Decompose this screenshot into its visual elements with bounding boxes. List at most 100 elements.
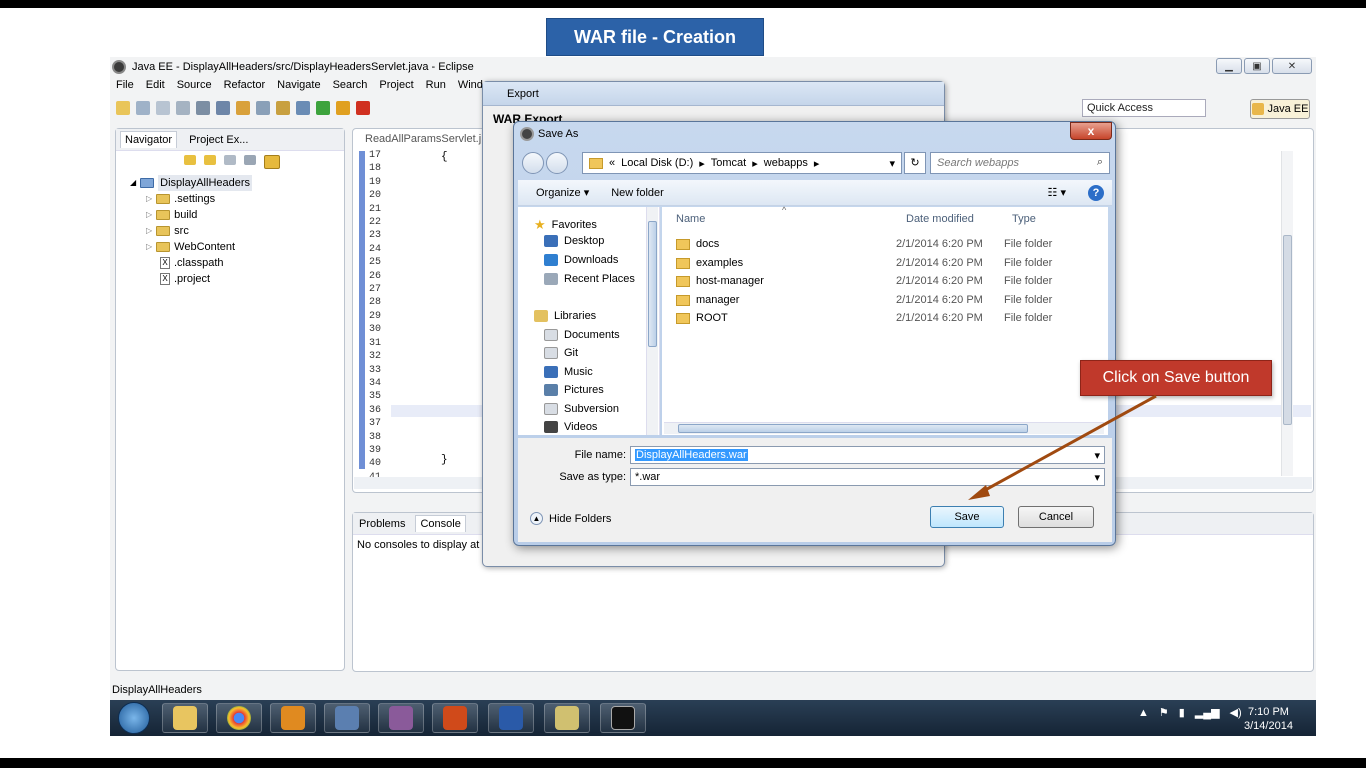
file-row[interactable]: manager 2/1/2014 6:20 PM File folder [676,291,1096,309]
new-icon[interactable] [116,101,130,115]
volume-icon[interactable]: ◀) [1230,706,1242,719]
taskbar-outlook[interactable] [270,703,316,733]
save-all-icon[interactable] [156,101,170,115]
flag-icon[interactable]: ⚑ [1159,706,1169,719]
build-icon[interactable] [236,101,250,115]
chevron-right-icon[interactable]: ▸ [752,157,758,170]
show-hidden-icon[interactable]: ▲ [1138,707,1149,719]
help-icon[interactable]: ? [1088,184,1104,201]
search-icon[interactable]: ⌕ [1097,156,1103,169]
network-icon[interactable]: ▂▄▆ [1195,706,1220,719]
print-icon[interactable] [176,101,190,115]
collapse-arrow-icon[interactable]: ▷ [146,191,152,207]
file-row[interactable]: host-manager 2/1/2014 6:20 PM File folder [676,272,1096,290]
tree-project[interactable]: ◢ DisplayAllHeaders [130,175,344,191]
tree-item[interactable]: ▷ build [130,207,344,223]
refresh-icon[interactable] [276,101,290,115]
column-name[interactable]: Name [676,213,705,225]
path-segment-webapps[interactable]: webapps [764,157,808,169]
tab-project-explorer[interactable]: Project Ex... [185,132,252,148]
tree-item[interactable]: ▷ .settings [130,191,344,207]
menu-navigate[interactable]: Navigate [277,79,320,91]
nav-favorites[interactable]: ★ Favorites [534,217,597,233]
java-ee-perspective-button[interactable]: Java EE [1250,99,1310,119]
chevron-down-icon[interactable]: ▾ [889,157,895,170]
path-segment-drive[interactable]: Local Disk (D:) [621,157,693,169]
chevron-right-icon[interactable]: ▸ [699,157,705,170]
link-editor-icon[interactable] [264,155,280,169]
tree-item[interactable]: ▷ WebContent [130,239,344,255]
debug-icon[interactable] [216,101,230,115]
menu-search[interactable]: Search [333,79,368,91]
menu-run[interactable]: Run [426,79,446,91]
taskbar-explorer[interactable] [162,703,208,733]
nav-desktop[interactable]: Desktop [544,235,604,247]
view-options-icon[interactable]: ☷ ▾ [1048,186,1066,199]
nav-subversion[interactable]: Subversion [544,403,619,415]
nav-libraries[interactable]: Libraries [534,310,596,322]
path-segment-tomcat[interactable]: Tomcat [711,157,746,169]
run-icon[interactable] [316,101,330,115]
start-button[interactable] [118,702,150,734]
up-icon[interactable] [224,155,236,165]
menu-file[interactable]: File [116,79,134,91]
save-button[interactable]: Save [930,506,1004,528]
menu-refactor[interactable]: Refactor [224,79,266,91]
tab-problems[interactable]: Problems [359,518,405,530]
taskbar-chrome[interactable] [216,703,262,733]
nav-pictures[interactable]: Pictures [544,384,604,396]
save-icon[interactable] [136,101,150,115]
minimize-button[interactable]: ▁ [1216,58,1242,74]
new-folder-button[interactable]: New folder [611,187,664,199]
back-icon[interactable] [184,155,196,165]
nav-videos[interactable]: Videos [544,421,597,433]
cancel-button[interactable]: Cancel [1018,506,1094,528]
pause-icon[interactable] [336,101,350,115]
address-bar[interactable]: « Local Disk (D:) ▸ Tomcat ▸ webapps ▸ ▾ [582,152,902,174]
editor-vscroll[interactable] [1281,151,1293,476]
open-type-icon[interactable] [296,101,310,115]
taskbar-app[interactable] [324,703,370,733]
taskbar-cmd[interactable] [600,703,646,733]
nav-documents[interactable]: Documents [544,329,620,341]
tree-item[interactable]: X .classpath [130,255,344,271]
battery-icon[interactable]: ▮ [1179,706,1185,719]
expand-icon[interactable]: ◢ [130,175,136,191]
collapse-arrow-icon[interactable]: ▷ [146,239,152,255]
file-row[interactable]: docs 2/1/2014 6:20 PM File folder [676,235,1096,253]
menu-edit[interactable]: Edit [146,79,165,91]
forward-icon[interactable] [204,155,216,165]
close-button[interactable]: x [1070,122,1112,140]
forward-button[interactable] [546,152,568,174]
tree-item[interactable]: X .project [130,271,344,287]
taskbar-powerpoint[interactable] [432,703,478,733]
collapse-arrow-icon[interactable]: ▷ [146,223,152,239]
chevron-right-icon[interactable]: ▸ [814,157,820,170]
taskbar-paint[interactable] [544,703,590,733]
column-date-modified[interactable]: Date modified [906,213,974,225]
search-icon[interactable] [256,101,270,115]
taskbar-word[interactable] [488,703,534,733]
editor-vscroll-thumb[interactable] [1283,235,1292,425]
column-type[interactable]: Type [1012,213,1036,225]
close-button[interactable]: ✕ [1272,58,1312,74]
hide-folders-toggle[interactable]: ▲ Hide Folders [530,512,611,525]
organize-button[interactable]: Organize ▾ [536,186,589,199]
quick-access-input[interactable]: Quick Access [1082,99,1206,117]
stop-icon[interactable] [356,101,370,115]
maximize-button[interactable]: ▣ [1244,58,1270,74]
collapse-all-icon[interactable] [244,155,256,165]
taskbar-eclipse[interactable] [378,703,424,733]
nav-git[interactable]: Git [544,347,578,359]
tab-navigator[interactable]: Navigator [120,131,178,148]
file-row[interactable]: ROOT 2/1/2014 6:20 PM File folder [676,309,1096,327]
collapse-arrow-icon[interactable]: ▷ [146,207,152,223]
nav-pane-scrollbar[interactable] [646,207,658,435]
tree-item[interactable]: ▷ src [130,223,344,239]
nav-pane-scroll-thumb[interactable] [648,221,657,347]
path-overflow[interactable]: « [609,157,615,169]
nav-recent-places[interactable]: Recent Places [544,273,635,285]
clock[interactable]: 7:10 PM 3/14/2014 [1244,705,1293,733]
menu-project[interactable]: Project [379,79,413,91]
search-input[interactable]: Search webapps ⌕ [930,152,1110,174]
